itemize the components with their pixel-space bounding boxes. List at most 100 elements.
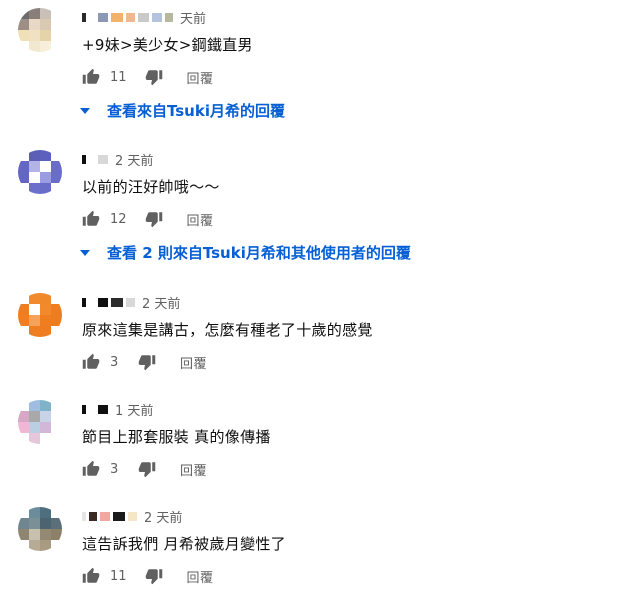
- avatar[interactable]: [18, 400, 62, 444]
- avatar-pixel: [40, 304, 51, 315]
- like-button[interactable]: [80, 351, 102, 373]
- comment-time[interactable]: 2 天前: [144, 507, 182, 526]
- view-replies-label: 查看 2 則來自Tsuki月希和其他使用者的回覆: [107, 244, 411, 262]
- avatar-pixel: [40, 19, 51, 30]
- avatar-pixel: [29, 183, 40, 194]
- avatar-pixel: [40, 315, 51, 326]
- thumbs-down-icon: [145, 212, 162, 228]
- avatar-pixel: [29, 507, 40, 518]
- avatar-pixel: [51, 150, 62, 161]
- author-name-blurred[interactable]: [82, 402, 111, 416]
- comment-text: 這告訴我們 月希被歲月變性了: [82, 535, 286, 553]
- comment-header: 天前: [82, 8, 206, 27]
- avatar-pixel: [29, 172, 40, 183]
- view-replies-button[interactable]: 查看來自Tsuki月希的回覆: [80, 100, 285, 121]
- author-name-blurred[interactable]: [82, 10, 176, 24]
- avatar-pixel: [29, 529, 40, 540]
- avatar-pixel: [51, 518, 62, 529]
- like-button[interactable]: [80, 208, 102, 230]
- author-name-blurred[interactable]: [82, 295, 138, 309]
- view-replies-label: 查看來自Tsuki月希的回覆: [107, 102, 285, 120]
- like-button[interactable]: [80, 458, 102, 480]
- avatar-pixel: [18, 293, 29, 304]
- author-name-blurred[interactable]: [82, 509, 140, 523]
- author-name-blurred[interactable]: [82, 152, 111, 166]
- name-pixel: [89, 154, 95, 164]
- reply-button[interactable]: 回覆: [180, 353, 207, 372]
- thumbs-down-icon: [138, 462, 156, 478]
- comment-actions: 3 回覆: [80, 458, 207, 480]
- avatar-pixel: [40, 161, 51, 172]
- comment-actions: 11 回覆: [80, 565, 214, 587]
- avatar[interactable]: [18, 507, 62, 551]
- name-pixel: [82, 154, 86, 164]
- reply-button[interactable]: 回覆: [187, 68, 214, 87]
- dislike-button[interactable]: [136, 458, 158, 480]
- avatar-pixel: [51, 529, 62, 540]
- comment-header: 1 天前: [82, 400, 153, 419]
- view-replies-button[interactable]: 查看 2 則來自Tsuki月希和其他使用者的回覆: [80, 242, 411, 263]
- avatar-pixel: [18, 172, 29, 183]
- like-button[interactable]: [80, 66, 102, 88]
- avatar-pixel: [51, 293, 62, 304]
- avatar[interactable]: [18, 8, 62, 52]
- name-pixel: [126, 297, 135, 307]
- comment-text: 節目上那套服裝 真的像傳播: [82, 428, 271, 446]
- avatar-pixel: [40, 433, 51, 444]
- avatar-pixel: [40, 30, 51, 41]
- avatar[interactable]: [18, 293, 62, 337]
- name-pixel: [82, 404, 86, 414]
- avatar-pixel: [18, 326, 29, 337]
- name-pixel: [126, 12, 135, 22]
- dislike-button[interactable]: [136, 351, 158, 373]
- avatar-pixel: [40, 540, 51, 551]
- avatar-pixel: [18, 150, 29, 161]
- comment-time[interactable]: 1 天前: [115, 400, 153, 419]
- avatar-pixel: [51, 400, 62, 411]
- avatar[interactable]: [18, 150, 62, 194]
- avatar-pixel: [29, 30, 40, 41]
- avatar-pixel: [18, 315, 29, 326]
- avatar-pixel: [51, 41, 62, 52]
- avatar-pixel: [29, 422, 40, 433]
- reply-button[interactable]: 回覆: [180, 460, 207, 479]
- like-button[interactable]: [80, 565, 102, 587]
- comment-actions: 3 回覆: [80, 351, 207, 373]
- avatar-pixel: [29, 433, 40, 444]
- like-count: 11: [110, 568, 127, 584]
- name-pixel: [82, 12, 86, 22]
- avatar-pixel: [29, 161, 40, 172]
- avatar-pixel: [29, 304, 40, 315]
- avatar-pixel: [18, 433, 29, 444]
- avatar-pixel: [51, 326, 62, 337]
- thumbs-up-icon: [82, 460, 100, 476]
- avatar-pixel: [29, 293, 40, 304]
- comment-time[interactable]: 天前: [180, 8, 206, 27]
- dislike-button[interactable]: [143, 565, 165, 587]
- name-pixel: [89, 511, 97, 521]
- dislike-button[interactable]: [143, 208, 165, 230]
- comment-time[interactable]: 2 天前: [115, 150, 153, 169]
- comment-actions: 12 回覆: [80, 208, 214, 230]
- dislike-button[interactable]: [143, 66, 165, 88]
- name-pixel: [111, 12, 123, 22]
- comment-header: 2 天前: [82, 293, 180, 312]
- avatar-pixel: [29, 8, 40, 19]
- like-count: 3: [110, 461, 119, 477]
- avatar-pixel: [18, 304, 29, 315]
- comment-header: 2 天前: [82, 150, 153, 169]
- comment-text: 原來這集是講古，怎麼有種老了十歲的感覺: [82, 321, 373, 339]
- avatar-pixel: [29, 150, 40, 161]
- reply-button[interactable]: 回覆: [187, 210, 214, 229]
- avatar-pixel: [29, 326, 40, 337]
- comment-header: 2 天前: [82, 507, 182, 526]
- avatar-pixel: [29, 19, 40, 30]
- avatar-pixel: [51, 540, 62, 551]
- avatar-pixel: [18, 518, 29, 529]
- name-pixel: [89, 297, 95, 307]
- reply-button[interactable]: 回覆: [187, 567, 214, 586]
- avatar-pixel: [51, 304, 62, 315]
- comment-time[interactable]: 2 天前: [142, 293, 180, 312]
- avatar-pixel: [51, 422, 62, 433]
- avatar-pixel: [51, 507, 62, 518]
